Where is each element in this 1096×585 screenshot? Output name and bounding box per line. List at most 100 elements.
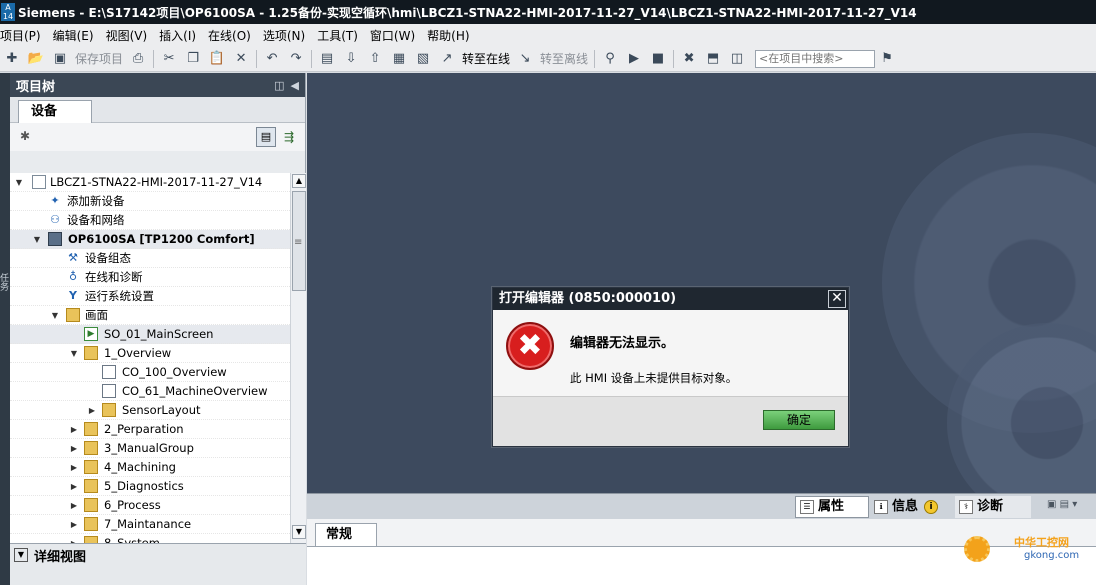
expand-arrow-icon[interactable]: ▶ — [69, 515, 79, 534]
cross-reference-icon[interactable]: ✖ — [679, 49, 699, 69]
tab-devices[interactable]: 设备 — [18, 100, 92, 123]
collapse-left-icon[interactable]: ◀ — [291, 79, 299, 92]
tree-item-hmi-device[interactable]: ▼ OP6100SA [TP1200 Comfort] — [10, 230, 290, 249]
compile-icon[interactable]: ▤ — [317, 49, 337, 69]
tree-item-main-screen[interactable]: ▶ SO_01_MainScreen — [10, 325, 290, 344]
paste-icon[interactable]: 📋 — [207, 49, 227, 69]
tree-item-devices-networks[interactable]: ⚇ 设备和网络 — [10, 211, 290, 230]
menu-bar: 项目(P) 编辑(E) 视图(V) 插入(I) 在线(O) 选项(N) 工具(T… — [0, 24, 1096, 46]
ok-button[interactable]: 确定 — [763, 410, 835, 430]
collapse-arrow-icon[interactable]: ▼ — [69, 344, 79, 363]
save-icon[interactable]: ▣ — [50, 49, 70, 69]
expand-arrow-icon[interactable]: ▶ — [69, 458, 79, 477]
download-icon[interactable]: ⇩ — [341, 49, 361, 69]
tab-info[interactable]: ℹ 信息 i — [870, 496, 952, 518]
tree-item-device-config[interactable]: ⚒ 设备组态 — [10, 249, 290, 268]
split-vertical-icon[interactable]: ◫ — [727, 49, 747, 69]
info-icon: ℹ — [874, 500, 888, 514]
tab-properties[interactable]: ☰ 属性 — [795, 496, 869, 518]
detail-view-header[interactable]: ▼ 详细视图 — [10, 544, 306, 566]
create-group-icon[interactable]: ✱ — [20, 129, 36, 145]
tree-item-add-device[interactable]: ✦ 添加新设备 — [10, 192, 290, 211]
add-device-icon: ✦ — [50, 194, 60, 207]
folder-icon — [84, 536, 98, 543]
tree-item-system[interactable]: ▶ 8_System — [10, 534, 290, 543]
tree-item-runtime-settings[interactable]: Y 运行系统设置 — [10, 287, 290, 306]
tree-item-online-diagnostics[interactable]: ♁ 在线和诊断 — [10, 268, 290, 287]
hmi-device-icon — [48, 232, 62, 246]
accessible-devices-icon[interactable]: ⚲ — [600, 49, 620, 69]
go-offline-icon[interactable]: ↘ — [515, 49, 535, 69]
menu-edit[interactable]: 编辑(E) — [47, 27, 100, 44]
tree-item-machining[interactable]: ▶ 4_Machining — [10, 458, 290, 477]
tree-item-overview-folder[interactable]: ▼ 1_Overview — [10, 344, 290, 363]
go-online-button[interactable]: 转至在线 — [462, 50, 510, 67]
search-project-icon[interactable]: ⚑ — [877, 49, 897, 69]
tree-item-project[interactable]: ▼ LBCZ1-STNA22-HMI-2017-11-27_V14 — [10, 173, 290, 192]
simulate-icon[interactable]: ▦ — [389, 49, 409, 69]
start-cpu-icon[interactable]: ▶ — [624, 49, 644, 69]
document-icon — [32, 175, 46, 189]
tree-item-maintanance[interactable]: ▶ 7_Maintanance — [10, 515, 290, 534]
tree-item-co-61-machine-overview[interactable]: CO_61_MachineOverview — [10, 382, 290, 401]
undo-icon[interactable]: ↶ — [262, 49, 282, 69]
expand-arrow-icon[interactable]: ▶ — [69, 496, 79, 515]
tree-item-co-100-overview[interactable]: CO_100_Overview — [10, 363, 290, 382]
tree-item-sensor-layout[interactable]: ▶ SensorLayout — [10, 401, 290, 420]
collapse-arrow-icon[interactable]: ▼ — [32, 230, 42, 249]
scroll-up-icon[interactable]: ▲ — [292, 174, 306, 188]
delete-icon[interactable]: ✕ — [231, 49, 251, 69]
upload-icon[interactable]: ⇧ — [365, 49, 385, 69]
go-offline-button[interactable]: 转至离线 — [540, 50, 588, 67]
panel-dock-icon[interactable]: ◫ — [274, 79, 284, 92]
error-icon: ✖ — [506, 322, 554, 370]
project-search-input[interactable] — [755, 49, 876, 68]
watermark-url: gkong.com — [1024, 550, 1080, 561]
tree-item-diagnostics[interactable]: ▶ 5_Diagnostics — [10, 477, 290, 496]
project-tree-scrollbar[interactable]: ▲ ≡ ▼ — [290, 173, 306, 543]
runtime-settings-icon: Y — [69, 289, 77, 302]
collapse-arrow-icon[interactable]: ▼ — [50, 306, 60, 325]
close-icon[interactable]: ✕ — [828, 290, 846, 308]
redo-icon[interactable]: ↷ — [286, 49, 306, 69]
inspector-window-controls-icon[interactable]: ▣ ▤ ▾ — [1047, 499, 1077, 510]
scroll-down-icon[interactable]: ▼ — [292, 525, 306, 539]
expand-arrow-icon[interactable]: ▶ — [69, 477, 79, 496]
copy-icon[interactable]: ❐ — [183, 49, 203, 69]
tree-item-perparation[interactable]: ▶ 2_Perparation — [10, 420, 290, 439]
go-online-icon[interactable]: ↗ — [437, 49, 457, 69]
folder-icon — [84, 517, 98, 531]
new-project-icon[interactable]: ✚ — [2, 49, 22, 69]
save-project-button[interactable]: 保存项目 — [75, 50, 123, 67]
menu-tools[interactable]: 工具(T) — [311, 27, 364, 44]
chevron-down-icon[interactable]: ▼ — [14, 548, 28, 562]
overview-icon[interactable]: ▤ — [256, 127, 276, 147]
print-icon[interactable]: ⎙ — [128, 49, 148, 69]
info-status-icon: i — [924, 500, 939, 514]
menu-help[interactable]: 帮助(H) — [421, 27, 475, 44]
tree-item-process[interactable]: ▶ 6_Process — [10, 496, 290, 515]
menu-window[interactable]: 窗口(W) — [364, 27, 421, 44]
menu-view[interactable]: 视图(V) — [100, 27, 154, 44]
diagnostics-icon: ⚕ — [959, 500, 973, 514]
menu-insert[interactable]: 插入(I) — [153, 27, 202, 44]
open-project-icon[interactable]: 📂 — [26, 49, 46, 69]
menu-online[interactable]: 在线(O) — [202, 27, 257, 44]
tree-item-screens[interactable]: ▼ 画面 — [10, 306, 290, 325]
collapse-arrow-icon[interactable]: ▼ — [14, 173, 24, 192]
expand-all-icon[interactable]: ⇶ — [280, 127, 298, 147]
tab-diagnostics[interactable]: ⚕ 诊断 — [955, 496, 1031, 518]
split-horizontal-icon[interactable]: ⬒ — [703, 49, 723, 69]
stop-cpu-icon[interactable]: ■ — [648, 49, 668, 69]
menu-options[interactable]: 选项(N) — [257, 27, 311, 44]
tab-general[interactable]: 常规 — [315, 523, 377, 547]
start-simulation-icon[interactable]: ▧ — [413, 49, 433, 69]
expand-arrow-icon[interactable]: ▶ — [69, 534, 79, 543]
tree-item-manual-group[interactable]: ▶ 3_ManualGroup — [10, 439, 290, 458]
menu-project[interactable]: 项目(P) — [0, 27, 47, 44]
gkong-watermark: 中华工控网 gkong.com — [958, 530, 1088, 570]
cut-icon[interactable]: ✂ — [159, 49, 179, 69]
expand-arrow-icon[interactable]: ▶ — [69, 439, 79, 458]
expand-arrow-icon[interactable]: ▶ — [87, 401, 97, 420]
expand-arrow-icon[interactable]: ▶ — [69, 420, 79, 439]
